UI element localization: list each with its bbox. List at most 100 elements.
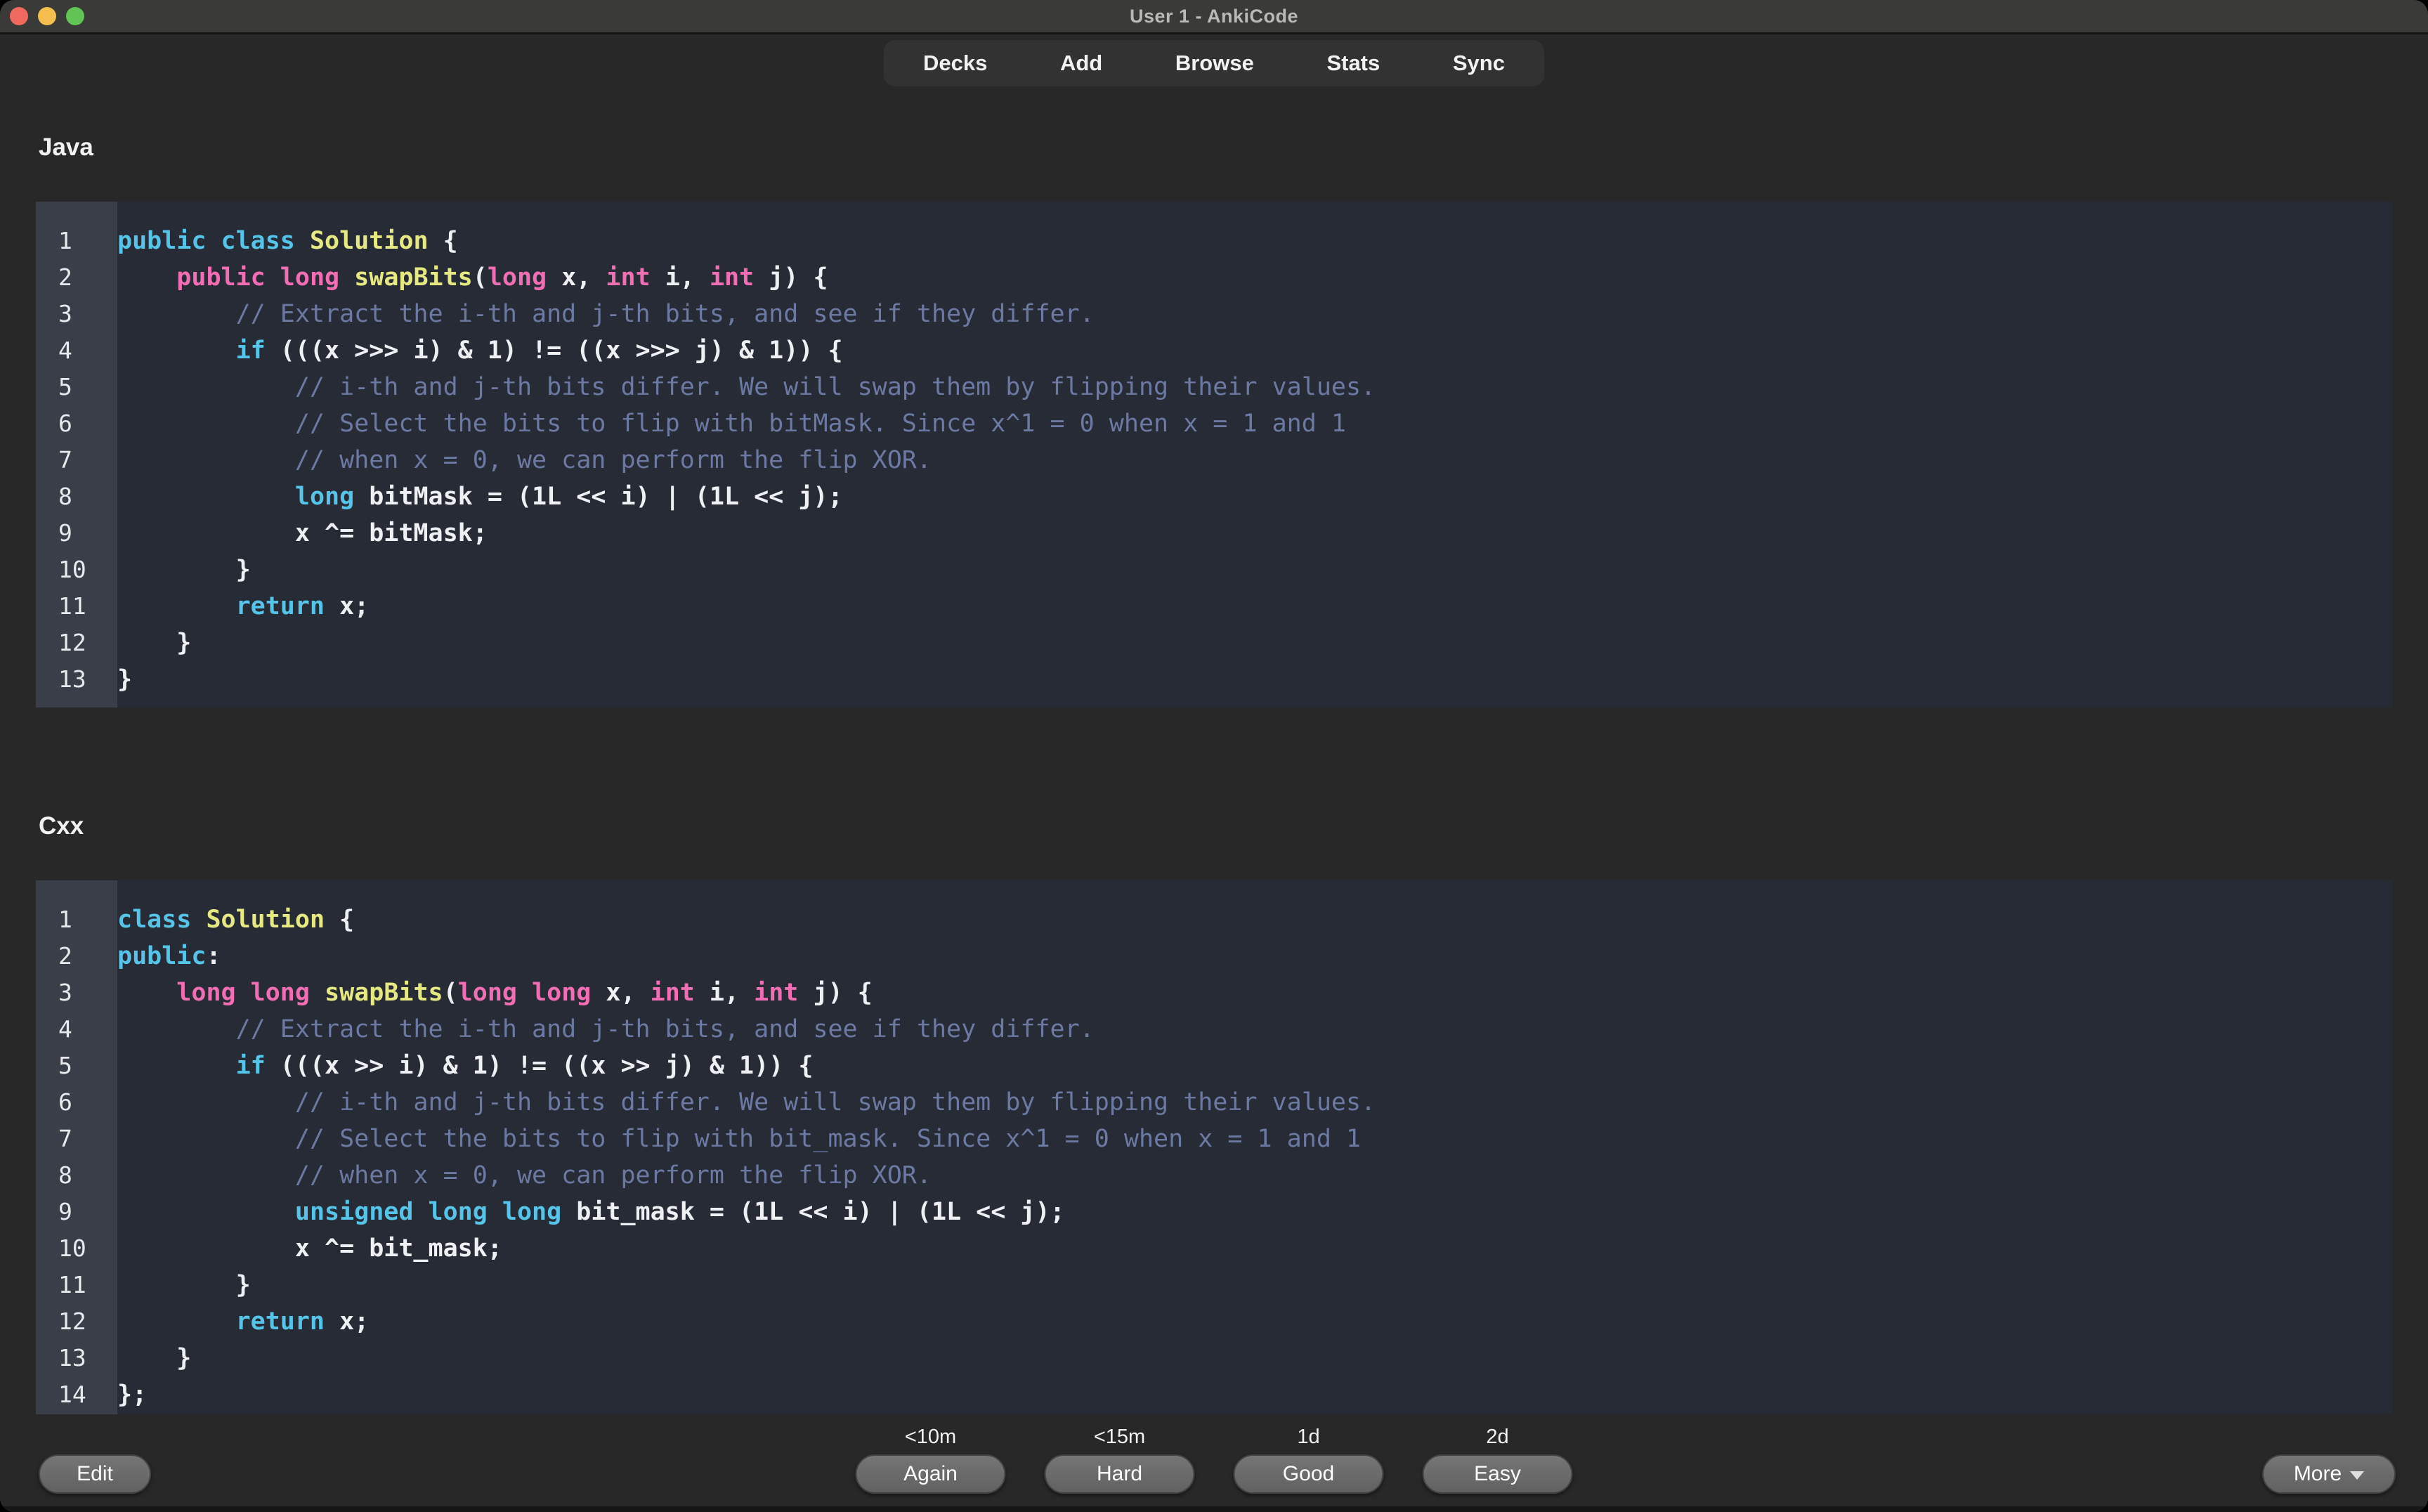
code-line: 7 // Select the bits to flip with bit_ma… — [36, 1121, 2392, 1157]
menu-item-decks[interactable]: Decks — [923, 51, 987, 76]
code-text: long bitMask = (1L << i) | (1L << j); — [117, 483, 843, 511]
code-text: // i-th and j-th bits differ. We will sw… — [117, 373, 1376, 401]
code-text: public: — [117, 942, 221, 970]
code-block: 1public class Solution {2 public long sw… — [36, 202, 2392, 708]
code-line: 8 long bitMask = (1L << i) | (1L << j); — [36, 478, 2392, 515]
line-number: 7 — [36, 1121, 117, 1157]
line-number: 8 — [36, 478, 117, 515]
edit-button[interactable]: Edit — [39, 1454, 151, 1494]
interval-label: 1d — [1297, 1424, 1319, 1454]
line-number: 12 — [36, 625, 117, 661]
code-text: } — [117, 1271, 251, 1299]
more-button[interactable]: More — [2262, 1454, 2396, 1494]
code-lines: 1class Solution {2public:3 long long swa… — [36, 880, 2392, 1423]
code-line: 3 // Extract the i-th and j-th bits, and… — [36, 296, 2392, 332]
code-text: } — [117, 665, 132, 693]
code-line: 14}; — [36, 1376, 2392, 1413]
code-text: } — [117, 556, 251, 584]
code-text: } — [117, 1344, 191, 1372]
code-line: 6 // Select the bits to flip with bitMas… — [36, 405, 2392, 442]
line-number: 3 — [36, 975, 117, 1011]
rating-column: 1dGood — [1234, 1424, 1384, 1494]
code-line: 4 // Extract the i-th and j-th bits, and… — [36, 1011, 2392, 1048]
answer-bar: Edit <10mAgain <15mHard 1dGood 2dEasy More — [0, 1414, 2428, 1512]
code-text: public class Solution { — [117, 227, 458, 255]
title-bar: User 1 - AnkiCode — [0, 0, 2428, 34]
line-number: 10 — [36, 1230, 117, 1267]
line-number: 4 — [36, 1011, 117, 1048]
line-number: 12 — [36, 1303, 117, 1340]
line-number: 6 — [36, 1084, 117, 1121]
code-text: if (((x >> i) & 1) != ((x >> j) & 1)) { — [117, 1052, 813, 1080]
code-text: // when x = 0, we can perform the flip X… — [117, 446, 932, 474]
code-text: long long swapBits(long long x, int i, i… — [117, 979, 873, 1007]
code-line: 11 return x; — [36, 588, 2392, 625]
ankicode-window: User 1 - AnkiCode Decks Add Browse Stats Syn… — [0, 0, 2428, 1512]
line-number: 3 — [36, 296, 117, 332]
code-line: 6 // i-th and j-th bits differ. We will … — [36, 1084, 2392, 1121]
code-text: public long swapBits(long x, int i, int … — [117, 263, 828, 292]
code-text: x ^= bitMask; — [117, 519, 488, 547]
line-number: 8 — [36, 1157, 117, 1194]
code-line: 1public class Solution { — [36, 223, 2392, 259]
interval-label: <10m — [905, 1424, 956, 1454]
line-number: 1 — [36, 901, 117, 938]
line-number: 11 — [36, 1267, 117, 1303]
line-number: 10 — [36, 552, 117, 588]
line-number: 11 — [36, 588, 117, 625]
line-number: 6 — [36, 405, 117, 442]
menu-item-add[interactable]: Add — [1060, 51, 1102, 76]
menu-item-stats[interactable]: Stats — [1326, 51, 1380, 76]
main-menu: Decks Add Browse Stats Sync — [884, 40, 1544, 86]
good-button[interactable]: Good — [1234, 1454, 1384, 1494]
line-number: 2 — [36, 938, 117, 975]
minimize-button[interactable] — [38, 7, 56, 25]
code-line: 10 } — [36, 552, 2392, 588]
code-text: // Extract the i-th and j-th bits, and s… — [117, 1015, 1095, 1043]
chevron-down-icon — [2350, 1471, 2364, 1480]
line-number: 13 — [36, 661, 117, 698]
more-button-label: More — [2294, 1462, 2342, 1486]
again-button[interactable]: Again — [856, 1454, 1006, 1494]
close-button[interactable] — [10, 7, 28, 25]
code-text: class Solution { — [117, 906, 354, 934]
card-title: Cxx — [39, 812, 2392, 842]
code-line: 10 x ^= bit_mask; — [36, 1230, 2392, 1267]
menu-item-browse[interactable]: Browse — [1175, 51, 1254, 76]
line-number: 5 — [36, 369, 117, 405]
code-text: return x; — [117, 1308, 369, 1336]
easy-button[interactable]: Easy — [1423, 1454, 1573, 1494]
code-line: 12 } — [36, 625, 2392, 661]
code-text: unsigned long long bit_mask = (1L << i) … — [117, 1198, 1065, 1226]
code-line: 7 // when x = 0, we can perform the flip… — [36, 442, 2392, 478]
code-block: 1class Solution {2public:3 long long swa… — [36, 880, 2392, 1423]
window-bottom-edge — [0, 1506, 2428, 1512]
card-title: Java — [39, 133, 2392, 163]
line-number: 4 — [36, 332, 117, 369]
line-number: 5 — [36, 1048, 117, 1084]
line-number: 9 — [36, 515, 117, 552]
line-number: 9 — [36, 1194, 117, 1230]
code-line: 8 // when x = 0, we can perform the flip… — [36, 1157, 2392, 1194]
rating-column: <15mHard — [1045, 1424, 1195, 1494]
code-line: 11 } — [36, 1267, 2392, 1303]
interval-label: 2d — [1486, 1424, 1508, 1454]
code-line: 5 // i-th and j-th bits differ. We will … — [36, 369, 2392, 405]
hard-button[interactable]: Hard — [1045, 1454, 1195, 1494]
card-section-java: Java 1public class Solution {2 public lon… — [36, 133, 2392, 708]
menu-item-sync[interactable]: Sync — [1453, 51, 1505, 76]
code-text: // i-th and j-th bits differ. We will sw… — [117, 1088, 1376, 1116]
code-text: } — [117, 629, 191, 657]
window-controls — [10, 0, 84, 32]
code-line: 13 } — [36, 1340, 2392, 1376]
code-text: // when x = 0, we can perform the flip X… — [117, 1161, 932, 1190]
zoom-button[interactable] — [66, 7, 84, 25]
interval-label: <15m — [1094, 1424, 1145, 1454]
code-line: 9 unsigned long long bit_mask = (1L << i… — [36, 1194, 2392, 1230]
code-line: 4 if (((x >>> i) & 1) != ((x >>> j) & 1)… — [36, 332, 2392, 369]
code-line: 1class Solution { — [36, 901, 2392, 938]
code-line: 12 return x; — [36, 1303, 2392, 1340]
code-text: // Select the bits to flip with bitMask.… — [117, 410, 1346, 438]
rating-buttons: <10mAgain <15mHard 1dGood 2dEasy — [856, 1424, 1573, 1494]
code-text: x ^= bit_mask; — [117, 1234, 502, 1263]
